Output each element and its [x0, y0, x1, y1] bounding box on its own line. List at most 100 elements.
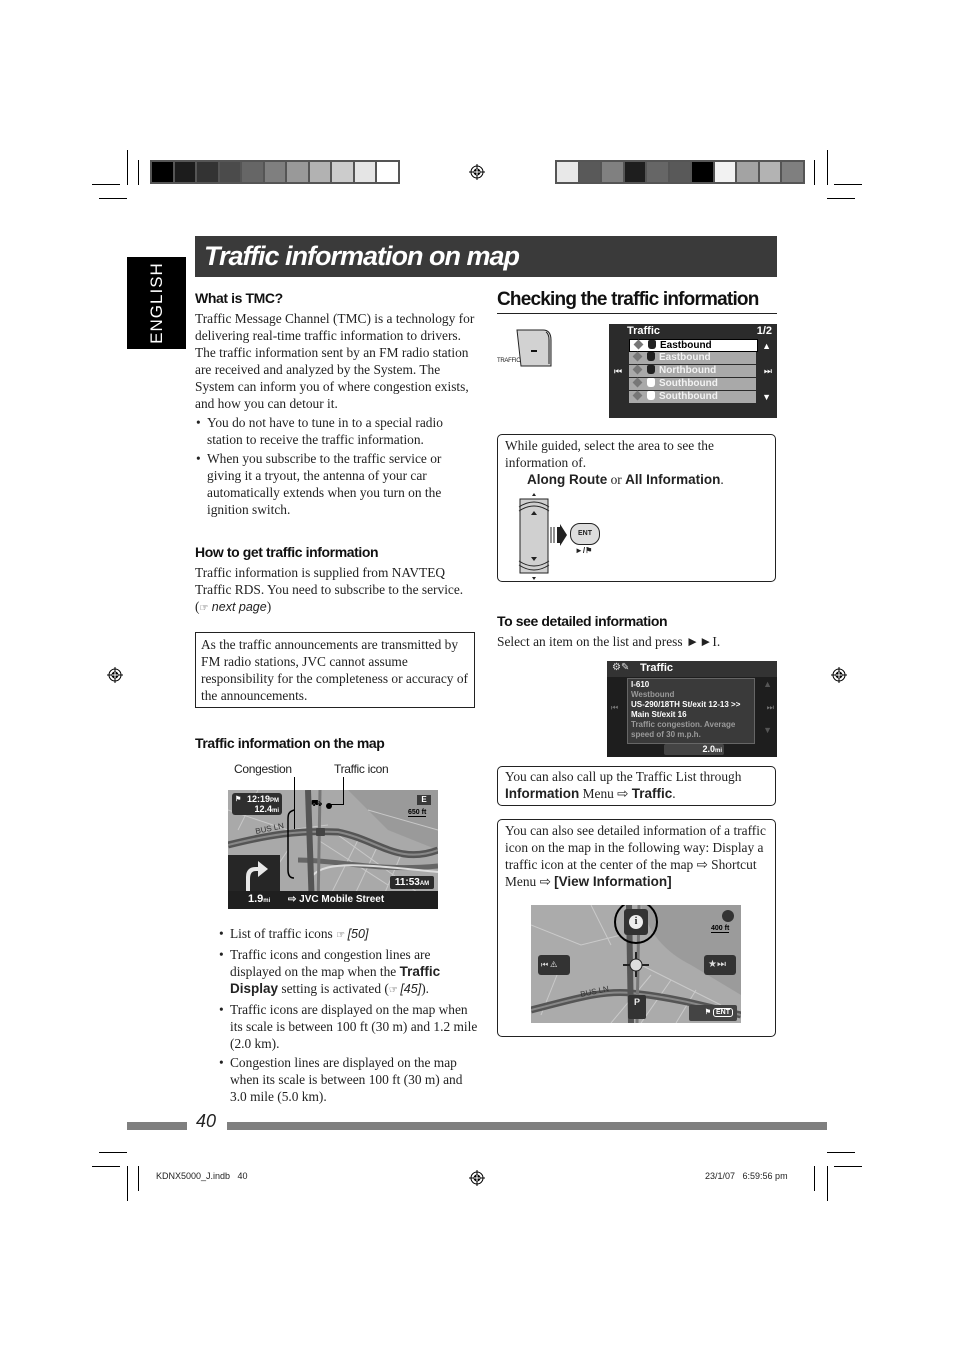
crop-mark [814, 160, 815, 185]
color-swatch [287, 162, 308, 182]
color-swatch [354, 162, 375, 182]
next-icon[interactable]: ⏭ [767, 703, 774, 713]
turn-right-arrow-icon [246, 861, 268, 891]
arrow-right-icon [550, 524, 567, 546]
disclaimer-box: As the traffic announcements are transmi… [195, 632, 475, 708]
reference-link[interactable]: [50] [348, 927, 369, 941]
registration-mark-icon [469, 164, 485, 180]
detail-line: speed of 30 m.p.h. [631, 730, 701, 739]
traffic-list-row[interactable]: Eastbound [629, 339, 758, 352]
color-swatch [557, 162, 578, 182]
reference-link[interactable]: [45] [400, 982, 421, 996]
navigation-map-screen: BUS LN ⛟ ⚑ 12:19PM 12.4mi E 650 ft 11:53… [228, 790, 438, 909]
color-swatch [759, 162, 780, 182]
next-favorite-button[interactable]: ★⏭ [704, 955, 736, 975]
section-body: Traffic Message Channel (TMC) is a techn… [195, 311, 475, 411]
view-information-button[interactable]: i [624, 909, 648, 935]
ent-button[interactable]: ENT [570, 523, 600, 545]
traffic-list-row[interactable]: Eastbound [629, 351, 756, 364]
traffic-hardware-button[interactable] [515, 328, 552, 367]
section-heading: To see detailed information [497, 613, 668, 629]
view-information-option[interactable]: [View Information] [554, 874, 672, 889]
map-scale: 400 ft [711, 925, 730, 933]
detail-line: US-290/18TH St/exit 12-13 >> [631, 700, 741, 709]
road-shield-icon [647, 365, 655, 374]
footer-rule-left [127, 1122, 187, 1130]
section-heading: Traffic information on the map [195, 735, 385, 751]
color-calibration-bar-right [555, 160, 805, 184]
compass-icon[interactable] [722, 910, 734, 922]
detail-text-panel: I-610 Westbound US-290/18TH St/exit 12-13 … [627, 678, 755, 744]
scroll-down-icon[interactable]: ▼ [763, 725, 772, 735]
callout-line [343, 777, 344, 805]
crop-mark [827, 1166, 828, 1201]
page-title-banner: Traffic information on map [195, 236, 777, 277]
color-swatch [152, 162, 173, 182]
eta-panel: ⚑ 12:19PM 12.4mi [232, 793, 282, 815]
compass-button[interactable]: E [417, 795, 431, 805]
color-swatch [602, 162, 623, 182]
direction-diamond-icon [632, 364, 643, 375]
next-icon[interactable]: ⏭ [764, 366, 772, 377]
scroll-down-icon[interactable]: ▼ [762, 392, 771, 402]
color-swatch [692, 162, 713, 182]
detail-line: I-610 [631, 680, 650, 689]
screen-title: Traffic [627, 325, 661, 337]
color-swatch [377, 162, 398, 182]
crop-mark [138, 160, 139, 185]
color-swatch [737, 162, 758, 182]
scroll-knob-icon[interactable] [517, 493, 551, 581]
crop-mark [834, 184, 862, 185]
registration-mark-icon [107, 667, 123, 683]
footer-rule-right [227, 1122, 827, 1130]
scroll-up-icon[interactable]: ▲ [762, 341, 771, 351]
crop-mark [814, 1166, 815, 1191]
option-all-information[interactable]: All Information [625, 472, 720, 487]
traffic-icon-marker: ⛟ [311, 798, 323, 808]
crop-mark [99, 1152, 127, 1153]
scroll-up-icon[interactable]: ▲ [763, 679, 772, 689]
direction-diamond-icon [633, 339, 644, 350]
footer-timestamp: 23/1/07 6:59:56 pm [705, 1171, 788, 1181]
menu-information[interactable]: Information [505, 786, 579, 801]
map-notes-list: List of traffic icons ☞ [50] Traffic ico… [218, 925, 480, 1107]
previous-icon[interactable]: ⏮ [611, 703, 618, 713]
traffic-list-row[interactable]: Northbound [629, 364, 756, 377]
bullet-item: List of traffic icons ☞ [50] [219, 925, 480, 944]
info-icon: i [629, 915, 643, 929]
crop-mark [834, 1166, 862, 1167]
disclaimer-text: As the traffic announcements are transmi… [201, 637, 468, 703]
parking-button[interactable]: P [628, 995, 646, 1019]
page-title: Traffic information on map [204, 241, 520, 271]
crop-mark [92, 184, 120, 185]
color-swatch [174, 162, 195, 182]
crop-mark [138, 1166, 139, 1191]
flag-icon: ⚑ [704, 1009, 713, 1016]
direction-diamond-icon [632, 377, 643, 388]
destination-ent-button[interactable]: ⚑ ENT [689, 1005, 737, 1021]
bullet-item: When you subscribe to the traffic servic… [196, 450, 475, 518]
page-indicator: 1/2 [756, 325, 772, 337]
bullet-item: Congestion lines are displayed on the ma… [219, 1054, 480, 1105]
previous-traffic-button[interactable]: ⏮ ⚠ [538, 955, 570, 975]
callout-line [328, 804, 344, 805]
section-on-the-map: Traffic information on the map [195, 735, 475, 751]
shortcut-menu-map-screen: BUS LN i 400 ft ⏮ ⚠ ★⏭ P ⚑ ENT [531, 905, 741, 1023]
distance-indicator: 2.0mi [664, 744, 724, 755]
traffic-detail-screen: ⚙✎ Traffic I-610 Westbound US-290/18TH St/… [607, 661, 777, 757]
section-how-to-get: How to get traffic information Traffic i… [195, 544, 475, 617]
section-heading: How to get traffic information [195, 544, 379, 560]
traffic-list-row[interactable]: Southbound [629, 377, 756, 390]
traffic-row-label: Eastbound [659, 352, 711, 363]
bullet-item: You do not have to tune in to a special … [196, 414, 475, 448]
menu-traffic[interactable]: Traffic [632, 786, 673, 801]
language-tab-label: ENGLISH [146, 262, 166, 344]
traffic-list-row[interactable]: Southbound [629, 390, 756, 403]
option-along-route[interactable]: Along Route [527, 472, 607, 487]
traffic-row-label: Eastbound [660, 340, 712, 351]
section-what-is-tmc: What is TMC? Traffic Message Channel (TM… [195, 290, 475, 520]
reference-link[interactable]: next page [212, 600, 267, 614]
direction-arrow-icon: ⇨ [288, 894, 300, 905]
detail-line: Traffic congestion. Average [631, 720, 736, 729]
previous-icon[interactable]: ⏮ [614, 366, 622, 377]
